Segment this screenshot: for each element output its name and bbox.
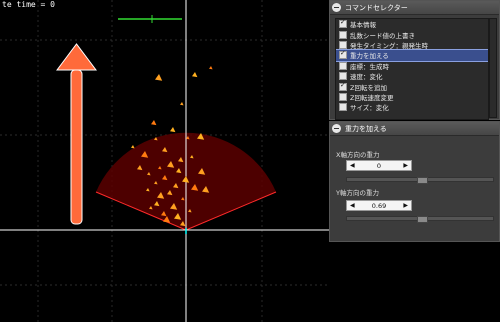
command-checkbox[interactable] — [339, 103, 347, 112]
x-gravity-label: X軸方向の重力 — [336, 151, 380, 159]
command-selector-title: コマンドセレクター — [345, 3, 408, 12]
command-selector-header[interactable]: コマンドセレクター — [330, 1, 499, 15]
command-item-label: 基本情報 — [350, 21, 376, 30]
particle — [155, 74, 163, 81]
command-item-label: 速度：変化 — [350, 73, 383, 82]
command-item-label: 乱数シード値の上書き — [350, 31, 415, 40]
y-gravity-slider[interactable] — [346, 216, 494, 223]
command-item-label: Z回転速度変更 — [350, 93, 394, 102]
command-list-scrollbar[interactable] — [489, 18, 497, 118]
command-list-item[interactable]: Z回転速度変更 — [336, 92, 488, 102]
time-label: te time = 0 — [2, 0, 55, 9]
gravity-panel-header[interactable]: 重力を加える — [330, 122, 499, 136]
command-item-label: 発生タイミング：親発生時 — [350, 41, 428, 50]
collapse-icon[interactable] — [332, 3, 341, 12]
decrement-arrow-icon[interactable]: ◀ — [350, 162, 355, 169]
command-list-item[interactable]: Z回転を追加 — [336, 81, 488, 92]
y-gravity-spinner[interactable]: ◀ 0.69 ▶ — [346, 200, 412, 211]
gravity-panel-title: 重力を加える — [345, 124, 387, 133]
command-checkbox[interactable] — [339, 49, 347, 60]
command-checkbox[interactable] — [339, 30, 347, 39]
y-gravity-slider-thumb[interactable] — [416, 216, 428, 223]
command-checkbox[interactable] — [339, 61, 347, 70]
x-gravity-slider[interactable] — [346, 177, 494, 184]
particle — [170, 127, 176, 133]
command-item-label: Z回転を追加 — [350, 83, 387, 92]
command-item-label: サイズ：変化 — [350, 104, 389, 113]
command-list-item[interactable]: 発生タイミング：親発生時 — [336, 40, 488, 50]
collapse-icon[interactable] — [332, 124, 341, 133]
command-selector-panel: コマンドセレクター 基本情報乱数シード値の上書き発生タイミング：親発生時重力を加… — [329, 0, 500, 120]
command-list-item[interactable]: 座標：生成時 — [336, 61, 488, 71]
command-checkbox[interactable] — [339, 40, 347, 49]
x-gravity-spinner[interactable]: ◀ 0 ▶ — [346, 160, 412, 171]
command-list-item[interactable]: 基本情報 — [336, 19, 488, 29]
command-list-item[interactable]: 重力を加える — [336, 49, 488, 62]
command-checkbox[interactable] — [339, 81, 347, 91]
command-list[interactable]: 基本情報乱数シード値の上書き発生タイミング：親発生時重力を加える座標：生成時速度… — [335, 18, 489, 120]
command-checkbox[interactable] — [339, 72, 347, 81]
command-list-item[interactable]: 速度：変化 — [336, 71, 488, 81]
x-gravity-slider-thumb[interactable] — [416, 177, 428, 184]
particle — [192, 72, 198, 78]
command-list-item[interactable]: 乱数シード値の上書き — [336, 29, 488, 40]
gravity-direction-arrow — [56, 43, 97, 225]
command-list-item[interactable]: サイズ：変化 — [336, 102, 488, 112]
decrement-arrow-icon[interactable]: ◀ — [350, 202, 355, 209]
command-checkbox[interactable] — [339, 92, 347, 101]
particle — [151, 120, 157, 126]
particle — [180, 102, 184, 106]
increment-arrow-icon[interactable]: ▶ — [403, 162, 408, 169]
command-item-label: 重力を加える — [350, 52, 389, 61]
particle — [131, 145, 135, 149]
x-gravity-value[interactable]: 0 — [377, 162, 381, 170]
y-gravity-value[interactable]: 0.69 — [372, 202, 386, 210]
increment-arrow-icon[interactable]: ▶ — [403, 202, 408, 209]
y-gravity-label: Y軸方向の重力 — [336, 189, 379, 197]
command-checkbox[interactable] — [339, 19, 347, 29]
particle — [209, 66, 213, 70]
command-item-label: 座標：生成時 — [350, 62, 389, 71]
gravity-panel: 重力を加える X軸方向の重力 ◀ 0 ▶ Y軸方向の重力 ◀ 0.69 ▶ — [329, 121, 500, 242]
